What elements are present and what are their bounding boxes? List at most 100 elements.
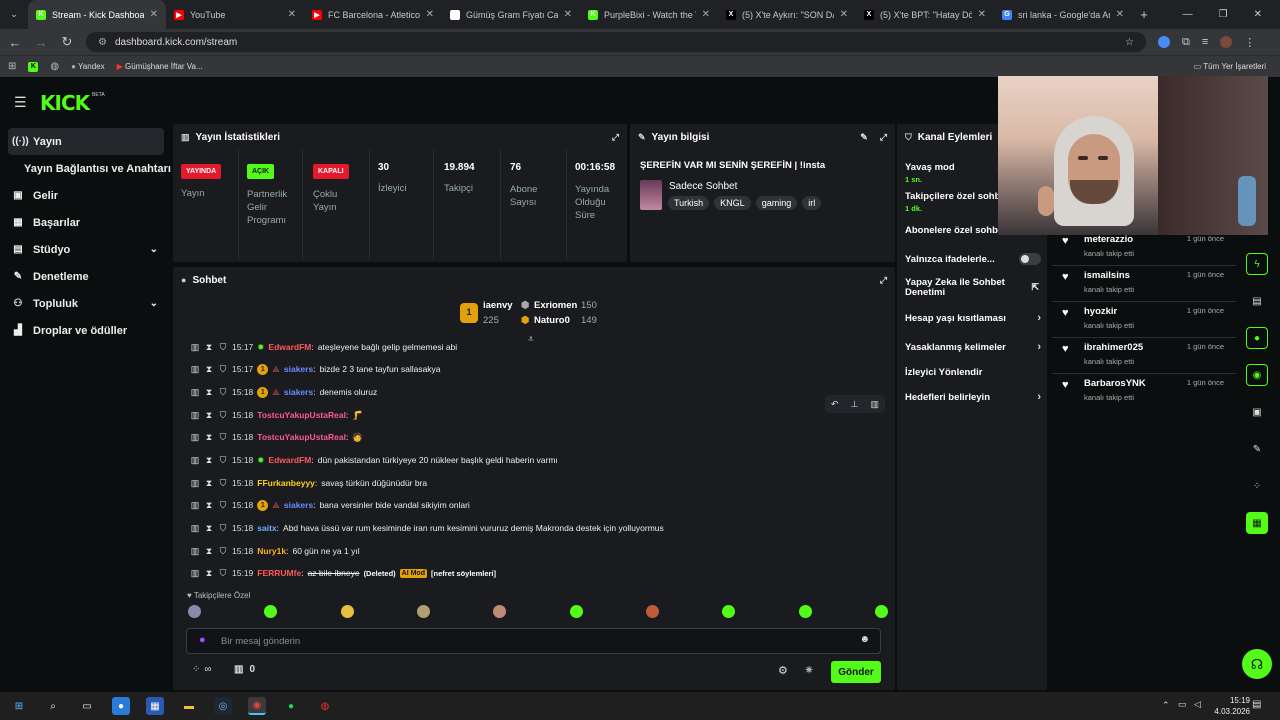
sidebar-item-gelir[interactable]: ▣ Gelir (0, 182, 172, 209)
chat-bubble-icon[interactable]: ● (1246, 327, 1268, 349)
sidebar-item-denetleme[interactable]: ✎ Denetleme (0, 263, 172, 290)
microphone-icon[interactable]: ● (199, 634, 206, 646)
search-icon[interactable]: ⌕ (44, 697, 62, 715)
clapperboard-icon[interactable]: ▦ (1246, 512, 1268, 534)
taskbar-clock[interactable]: 15:19 4.03.2026 (1214, 695, 1250, 717)
leader-name[interactable]: Exriomen (534, 300, 577, 311)
leader-name[interactable]: Naturo0 (534, 315, 570, 326)
share-icon[interactable]: ⁘ (1246, 475, 1268, 497)
sidebar-item-yayin[interactable]: ((·)) Yayın (8, 128, 164, 155)
edit-icon[interactable]: ✎ (860, 132, 868, 143)
browser-tab[interactable]: ▶ YouTube ✕ (166, 0, 304, 29)
action-goals[interactable]: Hedefleri belirleyin › (897, 390, 1047, 404)
emote-icon[interactable] (722, 605, 736, 618)
message-username[interactable]: EdwardFM (268, 455, 311, 465)
chat-message[interactable]: ▥ ⧗ ⛉ 15:17 1 ⟁ siakers: bizde 2 3 tane tayfun … (190, 362, 441, 376)
chat-message[interactable]: ▥ ⧗ ⛉ 15:18 ✹ EdwardFM: dün pakistandan türkiy… (190, 453, 558, 467)
bookmark-yandex[interactable]: ● Yandex (71, 62, 104, 71)
ban-shield-icon[interactable]: ⛉ (218, 523, 228, 534)
spotify-icon[interactable]: ● (282, 697, 300, 715)
timeout-hourglass-icon[interactable]: ⧗ (204, 455, 214, 466)
chat-message[interactable]: ▥ ⧗ ⛉ 15:18 Nury1k:60 gün ne ya 1 yıl (190, 544, 360, 558)
action-account-age[interactable]: Hesap yaşı kısıtlaması › (897, 311, 1047, 325)
action-raid[interactable]: İzleyici Yönlendir (897, 365, 1047, 379)
browser-tab[interactable]: K Stream - Kick Dashboard ✕ (28, 0, 166, 29)
timeout-hourglass-icon[interactable]: ⧗ (204, 523, 214, 534)
obs-icon[interactable]: ◍ (316, 697, 334, 715)
emote-icon[interactable] (798, 605, 812, 618)
action-banned-words[interactable]: Yasaklanmış kelimeler › (897, 340, 1047, 354)
chat-message[interactable]: ▥ ⧗ ⛉ 15:18 1 ⟁ siakers: bana versinler bide va… (190, 498, 470, 512)
message-username[interactable]: FERRUMfe (257, 568, 301, 578)
browser-tab[interactable]: b Gümüş Gram Fiyatı Canlı ✕ (442, 0, 580, 29)
delete-icon[interactable]: ▥ (190, 500, 200, 511)
chat-input[interactable]: ● Bir mesaj gönderin ☻ (186, 628, 881, 654)
chat-message[interactable]: ▥ ⧗ ⛉ 15:18 TostcuYakupUstaReal: 🧑 (190, 430, 363, 444)
delete-icon[interactable]: ▥ (190, 410, 200, 421)
emote-icon[interactable] (874, 605, 888, 618)
ban-shield-icon[interactable]: ⛉ (218, 478, 228, 489)
send-button[interactable]: Gönder (831, 661, 881, 683)
infinity-counter[interactable]: ⁘ ∞ (192, 664, 212, 675)
timeout-hourglass-icon[interactable]: ⧗ (204, 568, 214, 579)
new-tab-button[interactable]: + (1132, 7, 1156, 22)
timeout-hourglass-icon[interactable]: ⧗ (204, 342, 214, 353)
message-username[interactable]: FFurkanbeyyy (257, 478, 315, 488)
emotes-only-toggle[interactable] (1019, 253, 1041, 265)
emote-icon[interactable] (188, 605, 201, 618)
ban-shield-icon[interactable]: ⛉ (218, 432, 228, 443)
clips-icon[interactable]: ▣ (1246, 401, 1268, 423)
timeout-hourglass-icon[interactable]: ⧗ (204, 546, 214, 557)
sidebar-item-stream-key[interactable]: Yayın Bağlantısı ve Anahtarı (0, 155, 172, 182)
ban-shield-icon[interactable]: ⛉ (218, 364, 228, 375)
delete-icon[interactable]: ▥ (190, 455, 200, 466)
tray-chevron-icon[interactable]: ⌃ (1162, 700, 1170, 711)
chat-message[interactable]: ▥ ⧗ ⛉ 15:18 saitx: Abd hava üssü var rum kesi… (190, 521, 664, 535)
extension-icon[interactable] (1158, 36, 1170, 48)
windows-start-icon[interactable]: ⊞ (10, 697, 28, 715)
timeout-hourglass-icon[interactable]: ⧗ (204, 387, 214, 398)
delete-icon[interactable]: ▥ (190, 387, 200, 398)
media-icon[interactable]: ≡ (1202, 36, 1208, 48)
tab-close-icon[interactable]: ✕ (702, 9, 710, 20)
sidebar-item-topluluk[interactable]: ⚇ Topluluk ⌄ (0, 290, 172, 317)
delete-icon[interactable]: ▥ (190, 342, 200, 353)
bookmark-star-icon[interactable]: ☆ (1125, 37, 1134, 48)
emoji-icon[interactable]: ☻ (859, 634, 870, 645)
forward-icon[interactable]: → (34, 35, 48, 50)
timeout-hourglass-icon[interactable]: ⧗ (204, 364, 214, 375)
delete-icon[interactable]: ▥ (190, 478, 200, 489)
close-window-icon[interactable]: ✕ (1254, 9, 1262, 20)
delete-icon[interactable]: ▥ (190, 432, 200, 443)
tab-close-icon[interactable]: ✕ (150, 9, 158, 20)
app-icon[interactable]: ● (112, 697, 130, 715)
ban-shield-icon[interactable]: ⛉ (218, 342, 228, 353)
all-bookmarks-folder[interactable]: ▭ Tüm Yer İşaretleri (1194, 62, 1272, 71)
broadcast-icon[interactable]: ◉ (1246, 364, 1268, 386)
hamburger-menu-icon[interactable]: ☰ (14, 94, 27, 111)
message-username[interactable]: saitx (257, 523, 276, 533)
chrome-icon[interactable]: ◉ (248, 697, 266, 715)
emote-icon[interactable] (493, 605, 507, 618)
restore-icon[interactable]: ❐ (1219, 9, 1228, 20)
browser-tab[interactable]: K PurpleBixi - Watch the VO ✕ (580, 0, 718, 29)
delete-icon[interactable]: ▥ (190, 523, 200, 534)
feed-user[interactable]: meterazzio (1084, 234, 1133, 245)
task-view-icon[interactable]: ▭ (78, 697, 96, 715)
profile-avatar[interactable] (1220, 36, 1233, 48)
chat-message[interactable]: ▥ ⧗ ⛉ 15:19 FERRUMfe: az bile ibneye (Deleted)… (190, 566, 496, 580)
scroll-to-latest-icon[interactable]: ⩡ (528, 334, 534, 345)
sidebar-item-basarilar[interactable]: ▦ Başarılar (0, 209, 172, 236)
extensions-puzzle-icon[interactable]: ⧉ (1182, 36, 1190, 49)
tab-close-icon[interactable]: ✕ (1116, 9, 1124, 20)
delete-icon[interactable]: ▥ (190, 546, 200, 557)
chat-message[interactable]: ▥ ⧗ ⛉ 15:18 1 ⟁ siakers: denemis oluruz (190, 385, 377, 399)
message-username[interactable]: siakers (284, 500, 313, 510)
notification-icon[interactable]: ▤ (1252, 699, 1261, 710)
sidebar-item-studyo[interactable]: ▤ Stüdyo ⌄ (0, 236, 172, 263)
reload-icon[interactable]: ↻ (60, 34, 74, 50)
notes-icon[interactable]: ▤ (1246, 290, 1268, 312)
delete-icon[interactable]: ▥ (190, 364, 200, 375)
url-field[interactable]: ⚙ dashboard.kick.com/stream ☆ (86, 32, 1146, 52)
badge-icon[interactable]: ✷ (804, 663, 814, 677)
